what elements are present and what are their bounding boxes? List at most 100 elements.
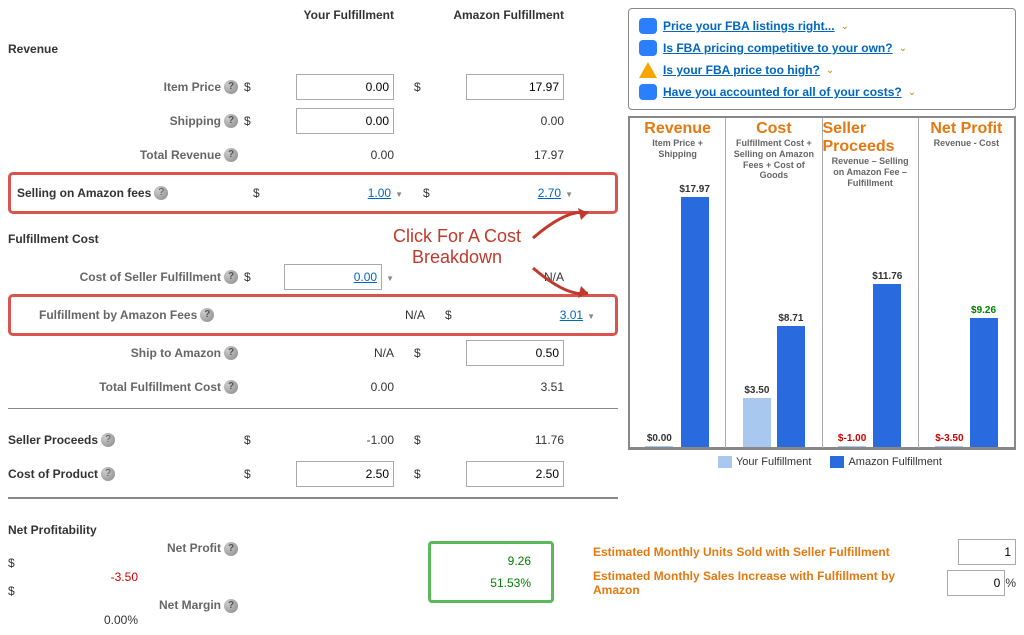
bar-amazon	[777, 326, 805, 447]
help-icon[interactable]: ?	[154, 186, 168, 200]
seller-proceeds-amazon: 11.76	[434, 433, 584, 447]
help-icon[interactable]: ?	[224, 380, 238, 394]
label-total-revenue: Total Revenue	[140, 148, 221, 162]
selling-fees-amazon-link[interactable]: 2.70	[538, 186, 561, 200]
bar-amazon	[970, 318, 998, 447]
bar-label: $3.50	[744, 385, 769, 396]
chevron-down-icon[interactable]: ⌄	[908, 87, 916, 98]
chevron-down-icon[interactable]: ⌄	[841, 21, 849, 32]
label-total-fulfillment: Total Fulfillment Cost	[99, 380, 221, 394]
help-icon[interactable]: ?	[224, 270, 238, 284]
chevron-down-icon[interactable]: ⌄	[899, 43, 907, 54]
help-icon[interactable]: ?	[224, 542, 238, 556]
speech-bubble-icon	[639, 84, 657, 100]
label-est-monthly-units: Estimated Monthly Units Sold with Seller…	[593, 545, 948, 559]
bar-your	[838, 446, 866, 447]
legend-swatch-your	[718, 456, 732, 468]
chart-col-subtitle: Fulfillment Cost + Selling on Amazon Fee…	[726, 138, 821, 182]
bar-label: $9.26	[971, 305, 996, 316]
chevron-down-icon[interactable]: ⌄	[826, 65, 834, 76]
chart-col-title: Net Profit	[930, 120, 1002, 138]
bar-label: $-3.50	[935, 433, 963, 444]
total-revenue-amazon: 17.97	[434, 148, 584, 162]
tip-link-2[interactable]: Is your FBA price too high?	[663, 63, 820, 77]
item-price-your-input[interactable]	[296, 74, 394, 100]
label-seller-proceeds: Seller Proceeds	[8, 433, 98, 447]
label-shipping: Shipping	[170, 114, 221, 128]
shipping-amazon: 0.00	[434, 114, 584, 128]
help-icon[interactable]: ?	[224, 148, 238, 162]
net-profit-your: -3.50	[8, 570, 158, 584]
tips-panel: Price your FBA listings right... ⌄ Is FBA…	[628, 8, 1016, 110]
section-net-profitability: Net Profitability	[8, 523, 583, 537]
shipping-your-input[interactable]	[296, 108, 394, 134]
warning-icon	[639, 62, 657, 78]
dropdown-icon[interactable]: ▼	[395, 190, 403, 199]
chart: RevenueItem Price + Shipping$0.00$17.97C…	[628, 116, 1016, 450]
help-icon[interactable]: ?	[224, 346, 238, 360]
cost-seller-fulfillment-your-input[interactable]	[284, 264, 382, 290]
help-icon[interactable]: ?	[101, 433, 115, 447]
tip-link-3[interactable]: Have you accounted for all of your costs…	[663, 85, 902, 99]
ship-to-amazon-input[interactable]	[466, 340, 564, 366]
help-icon[interactable]: ?	[224, 114, 238, 128]
fba-fees-your: N/A	[295, 308, 445, 322]
currency: $	[244, 80, 264, 94]
dropdown-icon[interactable]: ▼	[386, 274, 394, 283]
bar-amazon	[681, 197, 709, 447]
net-margin-your: 0.00%	[8, 613, 158, 627]
chart-col-title: Seller Proceeds	[823, 120, 918, 156]
label-fba-fees: Fulfillment by Amazon Fees	[39, 308, 197, 322]
label-cost-of-product: Cost of Product	[8, 467, 98, 481]
est-monthly-units-input[interactable]	[958, 539, 1016, 565]
legend-swatch-amazon	[830, 456, 844, 468]
total-fulfillment-amazon: 3.51	[434, 380, 584, 394]
net-margin-amazon: 51.53%	[451, 572, 531, 594]
help-icon[interactable]: ?	[200, 308, 214, 322]
bar-label: $11.76	[872, 271, 902, 282]
tip-link-0[interactable]: Price your FBA listings right...	[663, 19, 835, 33]
chart-col-subtitle: Revenue - Cost	[930, 138, 1004, 182]
speech-bubble-icon	[639, 18, 657, 34]
net-profit-amazon: 9.26	[451, 550, 531, 572]
help-icon[interactable]: ?	[224, 599, 238, 613]
bar-your	[935, 446, 963, 447]
bar-label: $0.00	[647, 433, 672, 444]
fba-fees-amazon-link[interactable]: 3.01	[560, 308, 583, 322]
speech-bubble-icon	[639, 40, 657, 56]
chart-col-subtitle: Item Price + Shipping	[630, 138, 725, 182]
help-icon[interactable]: ?	[224, 80, 238, 94]
currency: $	[414, 80, 434, 94]
item-price-amazon-input[interactable]	[466, 74, 564, 100]
total-fulfillment-your: 0.00	[264, 380, 414, 394]
dropdown-icon[interactable]: ▼	[587, 312, 595, 321]
chart-col-subtitle: Revenue – Selling on Amazon Fee – Fulfil…	[823, 156, 918, 200]
bar-your	[743, 398, 771, 447]
label-est-sales-increase: Estimated Monthly Sales Increase with Fu…	[593, 569, 937, 597]
section-fulfillment-cost: Fulfillment Cost	[8, 222, 618, 256]
selling-fees-your-link[interactable]: 1.00	[368, 186, 391, 200]
cost-seller-fulfillment-amazon: N/A	[434, 270, 584, 284]
cost-of-product-your-input[interactable]	[296, 461, 394, 487]
section-revenue: Revenue	[8, 32, 618, 66]
percent-unit: %	[1005, 576, 1016, 590]
label-cost-seller-fulfillment: Cost of Seller Fulfillment	[80, 270, 221, 284]
label-net-margin: Net Margin	[159, 598, 221, 612]
bar-label: $-1.00	[838, 433, 866, 444]
chart-col-title: Revenue	[644, 120, 711, 138]
net-profit-amazon-highlight: 9.26 51.53%	[428, 541, 554, 603]
label-item-price: Item Price	[164, 80, 221, 94]
est-sales-increase-input[interactable]	[947, 570, 1005, 596]
bar-label: $17.97	[679, 184, 710, 195]
bar-label: $8.71	[778, 313, 803, 324]
help-icon[interactable]: ?	[101, 467, 115, 481]
bar-amazon	[873, 284, 901, 447]
header-amazon: Amazon Fulfillment	[434, 8, 584, 22]
seller-proceeds-your: -1.00	[264, 433, 414, 447]
tip-link-1[interactable]: Is FBA pricing competitive to your own?	[663, 41, 893, 55]
chart-legend: Your Fulfillment Amazon Fulfillment	[628, 456, 1016, 468]
dropdown-icon[interactable]: ▼	[565, 190, 573, 199]
label-ship-to-amazon: Ship to Amazon	[131, 346, 221, 360]
total-revenue-your: 0.00	[264, 148, 414, 162]
cost-of-product-amazon-input[interactable]	[466, 461, 564, 487]
